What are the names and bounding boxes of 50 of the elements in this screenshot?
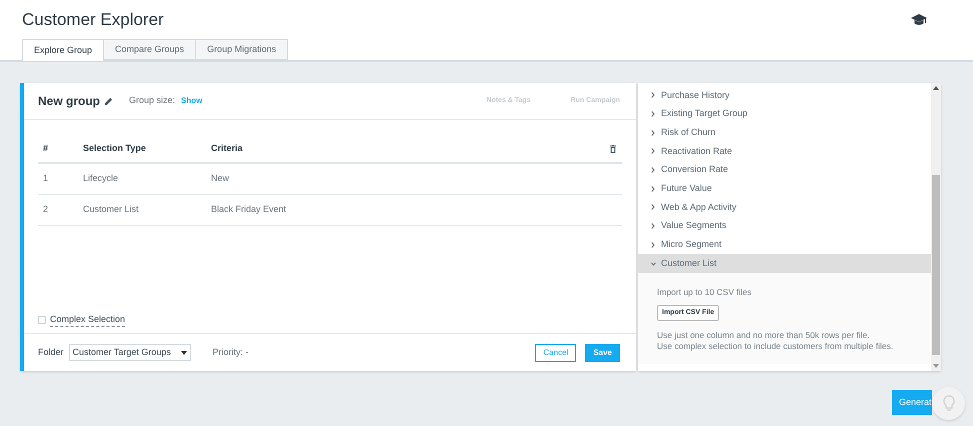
table-cell: 1	[43, 173, 48, 183]
chevron-right-icon	[651, 223, 655, 230]
chevron-right-icon	[651, 242, 655, 248]
table-cell: Lifecycle	[83, 173, 118, 183]
chevron-right-icon	[651, 167, 655, 174]
tree-item[interactable]: Purchase History	[638, 86, 931, 105]
note-text: Use complex selection to include customers from multiple files.	[657, 340, 894, 352]
chevron-right-icon	[651, 204, 655, 210]
checkbox[interactable]	[38, 316, 46, 324]
scroll-up-icon[interactable]	[933, 86, 939, 90]
table-cell: 2	[43, 204, 48, 214]
trash-icon[interactable]	[610, 144, 616, 153]
note-text: Use just one column and no more than 50k rows per file.	[657, 330, 871, 341]
table-cell: New	[211, 173, 230, 183]
tab[interactable]: Compare Groups	[104, 39, 196, 60]
complex-selection-label[interactable]: Complex Selection	[50, 312, 126, 328]
chevron-right-icon	[651, 92, 655, 98]
priority-label: Priority: -	[212, 346, 249, 359]
edit-icon[interactable]	[104, 96, 113, 106]
tree-item[interactable]: Conversion Rate	[638, 160, 931, 180]
group-size-label: Group size:	[129, 94, 176, 108]
chevron-right-icon	[651, 130, 655, 136]
tab[interactable]: Explore Group	[22, 39, 104, 61]
column-header: Criteria	[211, 143, 243, 154]
folder-dropdown[interactable]: Customer Target Groups	[68, 344, 191, 361]
chevron-right-icon	[651, 186, 655, 192]
tree-item[interactable]: Future Value	[638, 179, 931, 198]
scrollbar[interactable]	[931, 83, 941, 371]
chevron-down-icon	[651, 262, 656, 266]
tree-item[interactable]: Web & App Activity	[638, 198, 931, 217]
column-header: Selection Type	[83, 143, 146, 154]
intro-text: Import up to 10 CSV files	[657, 286, 752, 299]
lightbulb-icon	[942, 395, 954, 412]
table-cell: Black Friday Event	[211, 204, 286, 214]
tab[interactable]: Group Migrations	[196, 39, 288, 60]
table-cell: Customer List	[83, 204, 139, 214]
chevron-right-icon	[651, 148, 655, 154]
tree-item[interactable]: Reactivation Rate	[638, 142, 931, 161]
page-title: Customer Explorer	[22, 9, 164, 31]
tree-item[interactable]: Customer List	[638, 254, 931, 273]
graduation-cap-icon[interactable]	[911, 12, 927, 27]
caret-icon	[180, 350, 187, 354]
tree-item[interactable]: Risk of Churn	[638, 123, 931, 142]
group-name: New group	[38, 93, 100, 110]
folder-label: Folder	[38, 346, 64, 359]
chevron-right-icon	[651, 111, 655, 118]
column-header: #	[43, 143, 48, 154]
tree-item[interactable]: Existing Target Group	[638, 104, 931, 124]
tree-item[interactable]: Value Segments	[638, 216, 931, 236]
tree-item[interactable]: Micro Segment	[638, 236, 931, 254]
